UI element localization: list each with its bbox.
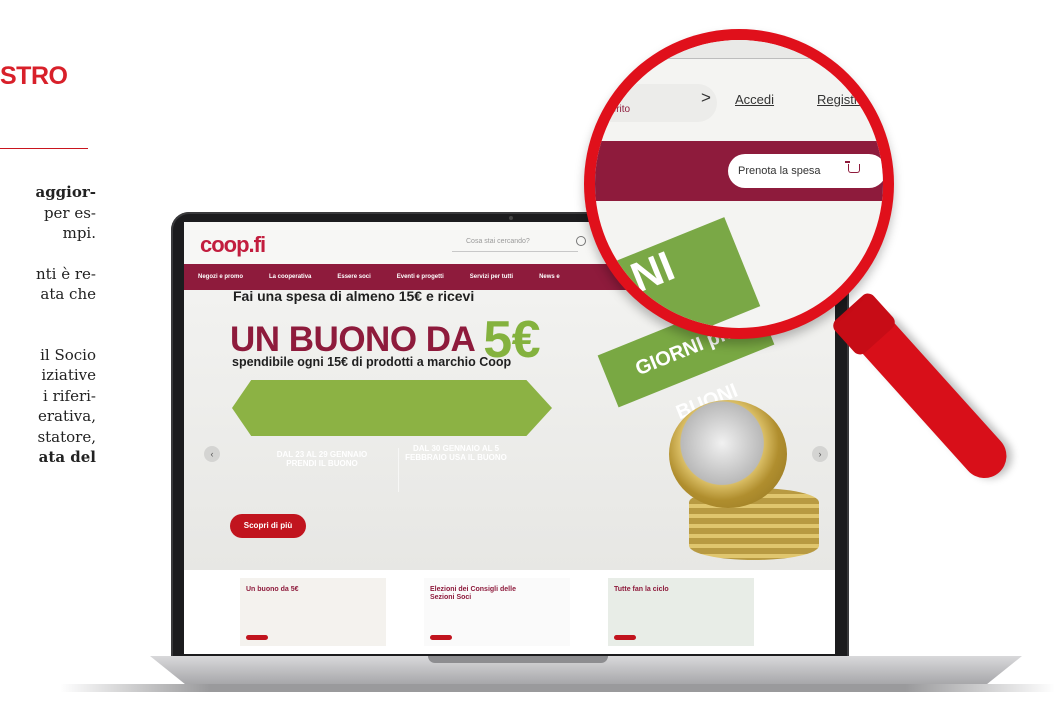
zoomed-top-bar xyxy=(595,40,883,59)
laptop-opening-notch xyxy=(428,656,608,663)
magazine-text-line: iziative xyxy=(41,366,96,384)
magazine-text-line: il Socio xyxy=(40,345,96,364)
promo-card[interactable]: Elezioni dei Consigli delle Sezioni Soci xyxy=(424,578,570,646)
prenota-spesa-button[interactable]: Prenota la spesa xyxy=(728,154,883,188)
magazine-text-line: ata del xyxy=(38,448,96,466)
promo-period-use: DAL 30 GENNAIO AL 5 FEBBRAIO USA IL BUON… xyxy=(405,444,507,462)
accedi-link[interactable]: Accedi xyxy=(735,92,774,107)
registrati-link[interactable]: Registrat xyxy=(817,92,869,107)
magazine-text-line: per es- xyxy=(43,203,96,222)
nav-item-negozi[interactable]: Negozi e promo xyxy=(198,274,243,280)
promo-headline-text: UN BUONO DA xyxy=(230,320,475,359)
promo-card-button[interactable] xyxy=(246,635,268,640)
magazine-body-text: aggior-per es-mpi. nti è re-ata che il Soc… xyxy=(0,182,96,468)
promo-cards-row: Un buono da 5€ Elezioni dei Consigli del… xyxy=(184,570,835,654)
promo-card-title: Elezioni dei Consigli delle Sezioni Soci xyxy=(430,586,516,601)
magazine-text-line: ata che xyxy=(40,285,96,303)
carousel-prev-icon[interactable]: ‹ xyxy=(204,446,220,462)
zoomed-store-selector[interactable] xyxy=(595,84,717,122)
nav-item-cooperativa[interactable]: La cooperativa xyxy=(269,274,311,280)
promo-condition: spendibile ogni 15€ di prodotti a marchi… xyxy=(232,355,512,369)
prenota-spesa-label: Prenota la spesa xyxy=(738,165,821,177)
nav-item-news[interactable]: News e xyxy=(539,274,560,280)
magazine-text-line: mpi. xyxy=(62,224,96,242)
magazine-text-line: aggior- xyxy=(35,183,96,201)
magazine-text-line: nti è re- xyxy=(35,264,96,283)
promo-card[interactable]: Un buono da 5€ xyxy=(240,578,386,646)
magazine-text-line: statore, xyxy=(37,427,96,446)
nav-item-eventi[interactable]: Eventi e progetti xyxy=(397,274,444,280)
nav-item-soci[interactable]: Essere soci xyxy=(337,274,370,280)
magazine-text-line: erativa, xyxy=(37,407,96,425)
promo-card-title: Un buono da 5€ xyxy=(246,586,299,593)
webcam xyxy=(509,216,513,220)
scopri-button[interactable]: Scopri di più xyxy=(230,514,306,538)
promo-card-title: Tutte fan la ciclo xyxy=(614,586,669,593)
promo-card[interactable]: Tutte fan la ciclo xyxy=(608,578,754,646)
promo-dates-arrow xyxy=(232,380,552,436)
promo-period-collect: DAL 23 AL 29 GENNAIO PRENDI IL BUONO xyxy=(276,450,368,468)
search-icon[interactable] xyxy=(576,236,586,246)
zoomed-preferito-label: referito xyxy=(599,104,631,115)
magazine-text-line: i riferi- xyxy=(43,386,96,405)
promo-card-button[interactable] xyxy=(430,635,452,640)
promo-subtitle: Fai una spesa di almeno 15€ e ricevi xyxy=(233,288,475,304)
magazine-heading: STRO xyxy=(0,62,68,90)
nav-item-servizi[interactable]: Servizi per tutti xyxy=(470,274,513,280)
zoomed-giorni-ticket: NI xyxy=(603,217,761,328)
magnifying-glass-lens: referito > Accedi Registrat Prenota la s… xyxy=(595,40,883,328)
zoomed-header-view: referito > Accedi Registrat Prenota la s… xyxy=(595,40,883,328)
magazine-rule xyxy=(0,148,88,149)
cart-icon xyxy=(845,161,860,173)
floor-shadow xyxy=(60,684,1055,692)
promo-card-button[interactable] xyxy=(614,635,636,640)
carousel-next-icon[interactable]: › xyxy=(812,446,828,462)
coop-logo[interactable]: coop.fi xyxy=(200,232,266,258)
chevron-right-icon[interactable]: > xyxy=(701,88,711,108)
search-input[interactable]: Cosa stai cercando? xyxy=(452,232,578,252)
euro-coin-image xyxy=(669,400,787,508)
